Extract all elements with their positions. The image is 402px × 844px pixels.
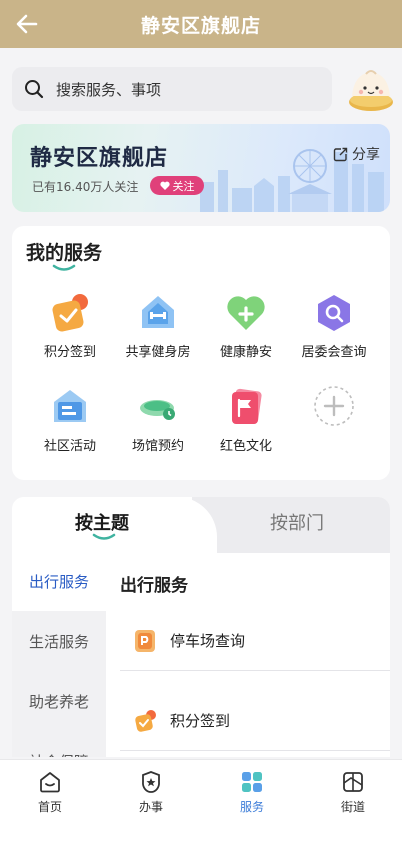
- venue-booking-icon: [140, 400, 175, 420]
- service-health-jingan[interactable]: 健康静安: [201, 290, 291, 360]
- my-services-card: 我的服务 积分签到 共享健身房 健康静安 居委会查询 社区活动 场馆预约 红色文…: [12, 226, 390, 480]
- side-item-social-security[interactable]: 社会保障: [12, 733, 106, 757]
- service-venue-booking[interactable]: 场馆预约: [113, 384, 203, 454]
- service-label: 居委会查询: [301, 345, 367, 360]
- heart-icon: [159, 181, 170, 190]
- tabbar-tasks[interactable]: 办事: [111, 770, 191, 815]
- share-button[interactable]: 分享: [333, 144, 380, 164]
- share-label: 分享: [352, 147, 380, 163]
- my-services-title: 我的服务: [26, 242, 103, 264]
- list-item-label: 停车场查询: [170, 632, 246, 650]
- follow-button[interactable]: 关注: [150, 176, 204, 195]
- points-checkin-icon: [135, 709, 156, 732]
- tabbar-home[interactable]: 首页: [10, 770, 90, 815]
- search-bar[interactable]: 搜索服务、事项: [12, 67, 332, 111]
- side-item-elderly[interactable]: 助老养老: [12, 673, 106, 731]
- banner-title: 静安区旗舰店: [30, 146, 169, 171]
- tabbar-street[interactable]: 街道: [313, 770, 393, 815]
- service-label: 红色文化: [219, 439, 272, 454]
- tabbar-label: 服务: [239, 800, 264, 814]
- tabbar-label: 街道: [340, 800, 365, 814]
- mascot-bun-icon[interactable]: [346, 64, 396, 114]
- tabbar-label: 办事: [138, 800, 163, 814]
- parking-icon: [135, 629, 155, 652]
- top-bar: 静安区旗舰店: [0, 0, 402, 48]
- list-item-label: 积分签到: [170, 712, 231, 730]
- grid-services-icon: [242, 772, 262, 792]
- list-item-points-checkin[interactable]: 积分签到: [120, 691, 390, 751]
- service-label: 场馆预约: [131, 439, 184, 454]
- health-heart-icon: [227, 296, 265, 330]
- service-community-activity[interactable]: 社区活动: [25, 384, 115, 454]
- service-label: 社区活动: [43, 439, 96, 454]
- followers-count: 已有16.40万人关注: [32, 180, 139, 194]
- service-label: 共享健身房: [125, 345, 191, 360]
- search-icon: [25, 80, 44, 99]
- share-icon: [333, 147, 348, 161]
- topic-side-nav: 出行服务 生活服务 助老养老 社会保障: [12, 553, 106, 757]
- tab-underline-decoration: [92, 533, 116, 540]
- side-item-travel[interactable]: 出行服务: [12, 553, 106, 611]
- tabbar-label: 首页: [37, 800, 62, 814]
- service-red-culture[interactable]: 红色文化: [201, 384, 291, 454]
- topic-panel: 按主题 按部门 出行服务 生活服务 助老养老 社会保障 出行服务 停车场查询 积…: [12, 497, 390, 757]
- points-checkin-icon: [52, 294, 88, 332]
- store-banner: 静安区旗舰店 已有16.40万人关注 关注 分享: [12, 124, 390, 212]
- service-label: 健康静安: [219, 345, 272, 360]
- home-icon: [40, 772, 60, 793]
- service-shared-gym[interactable]: 共享健身房: [113, 290, 203, 360]
- add-icon: [314, 386, 354, 426]
- title-underline-decoration: [52, 264, 76, 271]
- community-activity-icon: [54, 390, 86, 422]
- content-section-title: 出行服务: [120, 576, 188, 596]
- service-label: 积分签到: [43, 345, 96, 360]
- street-map-icon: [343, 772, 363, 792]
- bottom-tab-bar: 首页 办事 服务 街道: [0, 759, 402, 844]
- list-item-parking[interactable]: 停车场查询: [120, 611, 390, 671]
- tab-by-department[interactable]: 按部门: [270, 509, 324, 535]
- red-flag-icon: [232, 388, 262, 424]
- committee-search-icon: [318, 295, 350, 331]
- search-placeholder: 搜索服务、事项: [56, 80, 162, 99]
- tab-by-theme[interactable]: 按主题: [75, 509, 129, 535]
- arrow-left-icon[interactable]: [14, 12, 40, 36]
- service-committee-query[interactable]: 居委会查询: [289, 290, 379, 360]
- gym-icon: [142, 296, 174, 328]
- add-service-button[interactable]: [289, 384, 379, 428]
- page-title: 静安区旗舰店: [140, 14, 261, 37]
- follow-label: 关注: [172, 179, 195, 193]
- side-item-life[interactable]: 生活服务: [12, 613, 106, 671]
- service-points-checkin[interactable]: 积分签到: [25, 290, 115, 360]
- tabbar-services[interactable]: 服务: [212, 770, 292, 815]
- task-star-icon: [142, 771, 160, 793]
